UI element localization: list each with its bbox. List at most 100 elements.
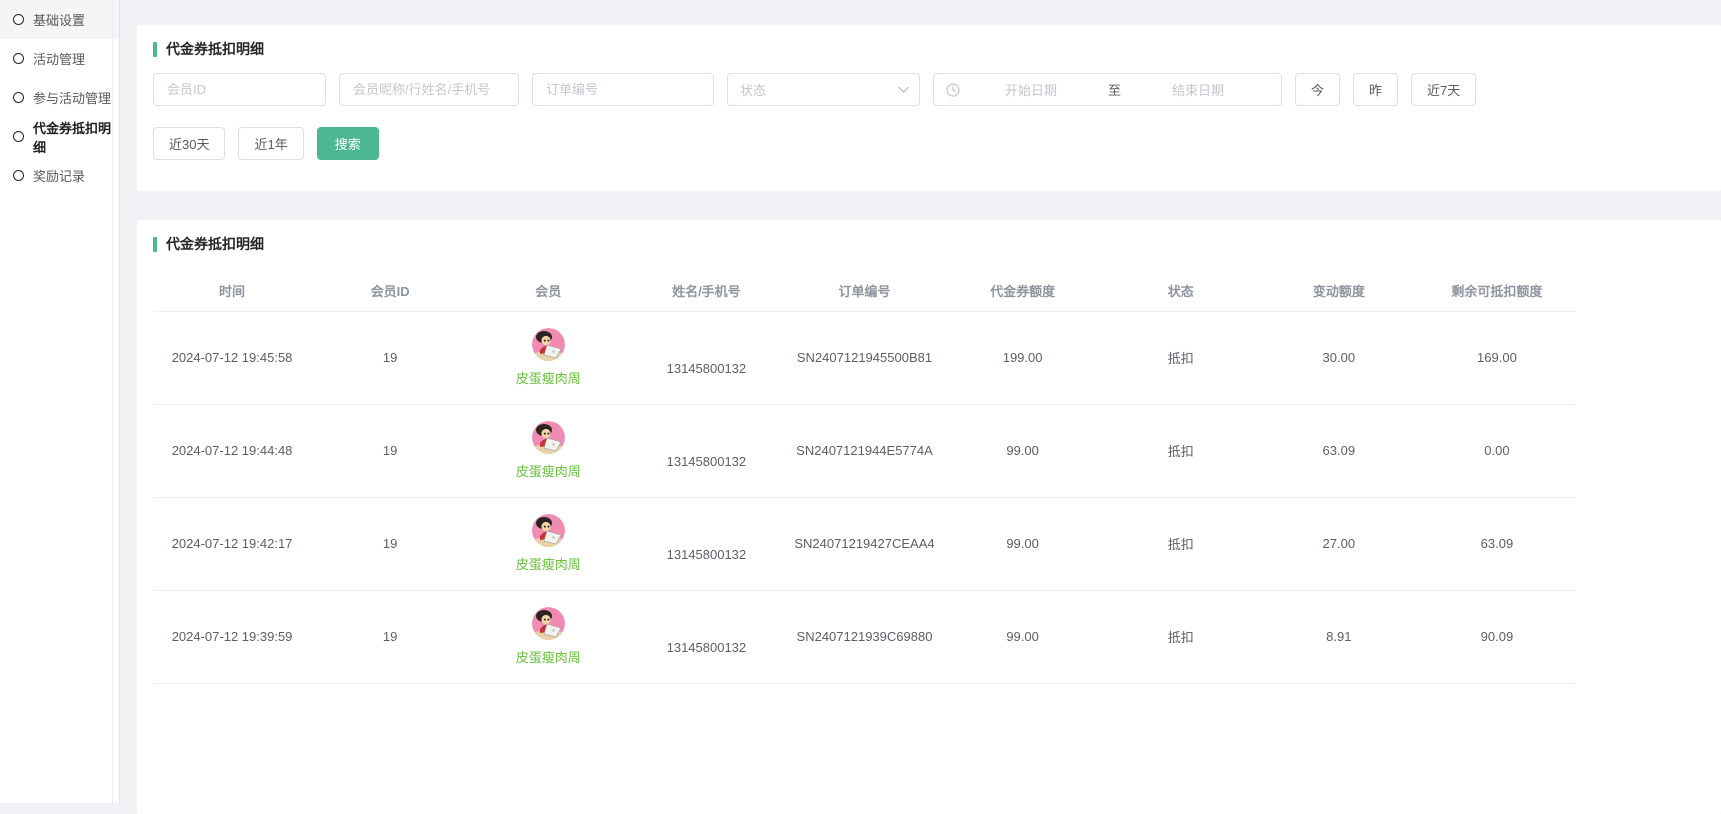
col-header-member-id: 会员ID (311, 271, 469, 311)
table-panel-title: 代金券抵扣明细 (153, 234, 1705, 254)
cell-status: 抵扣 (1102, 497, 1260, 590)
cell-member: 皮蛋瘦肉周 (469, 497, 627, 590)
quick-7days-button[interactable]: 近7天 (1411, 73, 1476, 106)
cell-change-amount: 27.00 (1260, 497, 1418, 590)
cell-member: 皮蛋瘦肉周 (469, 311, 627, 404)
avatar (532, 607, 565, 640)
sidebar-item-reward-records[interactable]: 奖励记录 (0, 156, 119, 195)
member-phone: 13145800132 (667, 547, 747, 562)
cell-voucher-amount: 99.00 (944, 404, 1102, 497)
table-header-row: 时间 会员ID 会员 姓名/手机号 订单编号 代金券额度 状态 变动额度 剩余可… (153, 271, 1576, 311)
cell-remaining: 169.00 (1418, 311, 1576, 404)
cell-change-amount: 30.00 (1260, 311, 1418, 404)
sidebar-item-label: 基础设置 (33, 10, 85, 29)
table-panel: 代金券抵扣明细 时间 会员ID 会员 姓名/手机号 订单编号 代金券额度 状态 … (137, 220, 1721, 814)
table-row: 2024-07-12 19:44:48 19 (153, 404, 1576, 497)
col-header-time: 时间 (153, 271, 311, 311)
avatar (532, 328, 565, 361)
col-header-member: 会员 (469, 271, 627, 311)
sidebar-item-label: 代金券抵扣明细 (33, 118, 119, 156)
sidebar-item-activity-management[interactable]: 活动管理 (0, 39, 119, 78)
cell-member-id: 19 (311, 311, 469, 404)
cell-status: 抵扣 (1102, 311, 1260, 404)
sidebar-item-voucher-deduction-detail[interactable]: 代金券抵扣明细 (0, 117, 119, 156)
title-accent-bar (153, 42, 157, 57)
member-nickname[interactable]: 皮蛋瘦肉周 (516, 647, 581, 666)
deduction-table: 时间 会员ID 会员 姓名/手机号 订单编号 代金券额度 状态 变动额度 剩余可… (153, 271, 1576, 684)
date-start-placeholder[interactable]: 开始日期 (960, 80, 1102, 99)
cell-change-amount: 8.91 (1260, 590, 1418, 683)
quick-yesterday-button[interactable]: 昨 (1353, 73, 1398, 106)
search-button[interactable]: 搜索 (317, 127, 379, 160)
circle-icon (13, 14, 24, 25)
quick-today-button[interactable]: 今 (1295, 73, 1340, 106)
circle-icon (13, 170, 24, 181)
circle-icon (13, 53, 24, 64)
cell-name-phone: 13145800132 (627, 590, 785, 683)
member-phone: 13145800132 (667, 640, 747, 655)
sidebar-item-label: 参与活动管理 (33, 88, 111, 107)
col-header-voucher-amount: 代金券额度 (944, 271, 1102, 311)
main-content: 代金券抵扣明细 状态 开始日期 至 结束日期 今 昨 近7天 (120, 0, 1721, 803)
sidebar-item-participation-management[interactable]: 参与活动管理 (0, 78, 119, 117)
quick-30days-button[interactable]: 近30天 (153, 127, 225, 160)
cell-status: 抵扣 (1102, 590, 1260, 683)
cell-remaining: 90.09 (1418, 590, 1576, 683)
member-id-input[interactable] (153, 73, 326, 106)
avatar (532, 421, 565, 454)
cell-member: 皮蛋瘦肉周 (469, 404, 627, 497)
cell-time: 2024-07-12 19:45:58 (153, 311, 311, 404)
cell-time: 2024-07-12 19:42:17 (153, 497, 311, 590)
sidebar-item-basic-settings[interactable]: 基础设置 (0, 0, 119, 39)
filter-row-1: 状态 开始日期 至 结束日期 今 昨 近7天 (153, 73, 1705, 106)
circle-icon (13, 131, 24, 142)
member-nickname[interactable]: 皮蛋瘦肉周 (516, 368, 581, 387)
order-no-input[interactable] (532, 73, 714, 106)
cell-voucher-amount: 99.00 (944, 497, 1102, 590)
table-body: 2024-07-12 19:45:58 19 (153, 311, 1576, 683)
col-header-remaining: 剩余可抵扣额度 (1418, 271, 1576, 311)
col-header-name-phone: 姓名/手机号 (627, 271, 785, 311)
date-range-picker[interactable]: 开始日期 至 结束日期 (933, 73, 1282, 106)
cell-name-phone: 13145800132 (627, 311, 785, 404)
table-row: 2024-07-12 19:45:58 19 (153, 311, 1576, 404)
cell-order-no: SN24071219427CEAA4 (785, 497, 943, 590)
sidebar-item-label: 活动管理 (33, 49, 85, 68)
table-row: 2024-07-12 19:42:17 19 (153, 497, 1576, 590)
page-title: 代金券抵扣明细 (166, 39, 264, 59)
member-phone: 13145800132 (667, 454, 747, 469)
member-nickname[interactable]: 皮蛋瘦肉周 (516, 554, 581, 573)
col-header-order-no: 订单编号 (785, 271, 943, 311)
cell-time: 2024-07-12 19:44:48 (153, 404, 311, 497)
cell-time: 2024-07-12 19:39:59 (153, 590, 311, 683)
sidebar-item-label: 奖励记录 (33, 166, 85, 185)
cell-order-no: SN2407121945500B81 (785, 311, 943, 404)
member-nickname[interactable]: 皮蛋瘦肉周 (516, 461, 581, 480)
cell-name-phone: 13145800132 (627, 404, 785, 497)
cell-name-phone: 13145800132 (627, 497, 785, 590)
filter-row-2: 近30天 近1年 搜索 (153, 127, 1705, 160)
cell-member-id: 19 (311, 404, 469, 497)
cell-voucher-amount: 99.00 (944, 590, 1102, 683)
cell-change-amount: 63.09 (1260, 404, 1418, 497)
circle-icon (13, 92, 24, 103)
date-separator: 至 (1102, 80, 1127, 99)
table-row: 2024-07-12 19:39:59 19 (153, 590, 1576, 683)
title-accent-bar (153, 237, 157, 252)
status-select[interactable]: 状态 (727, 73, 920, 106)
cell-order-no: SN2407121939C69880 (785, 590, 943, 683)
quick-1year-button[interactable]: 近1年 (238, 127, 303, 160)
clock-icon (946, 83, 960, 97)
col-header-status: 状态 (1102, 271, 1260, 311)
cell-voucher-amount: 199.00 (944, 311, 1102, 404)
date-end-placeholder[interactable]: 结束日期 (1127, 80, 1269, 99)
sidebar: 基础设置 活动管理 参与活动管理 代金券抵扣明细 奖励记录 (0, 0, 120, 803)
cell-remaining: 63.09 (1418, 497, 1576, 590)
nickname-input[interactable] (339, 73, 519, 106)
cell-status: 抵扣 (1102, 404, 1260, 497)
filter-panel: 代金券抵扣明细 状态 开始日期 至 结束日期 今 昨 近7天 (137, 25, 1721, 191)
avatar (532, 514, 565, 547)
chevron-down-icon (898, 86, 909, 94)
member-phone: 13145800132 (667, 361, 747, 376)
col-header-change-amount: 变动额度 (1260, 271, 1418, 311)
